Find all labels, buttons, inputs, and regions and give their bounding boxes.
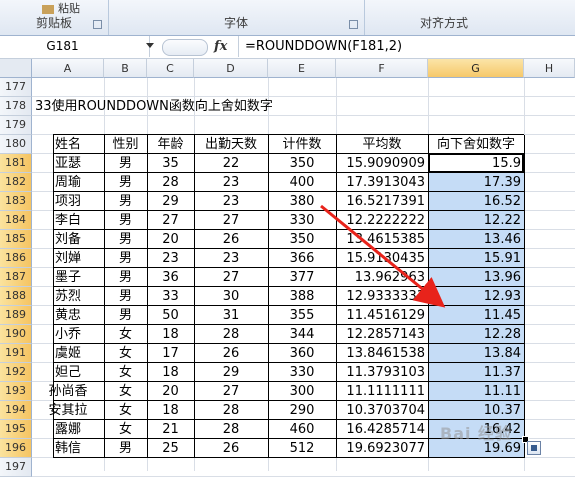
annotation-arrow bbox=[320, 204, 446, 308]
watermark: Bai 经验 bbox=[440, 424, 513, 443]
red-arrow-icon bbox=[320, 204, 446, 308]
auto-fill-options-icon[interactable] bbox=[527, 441, 541, 455]
